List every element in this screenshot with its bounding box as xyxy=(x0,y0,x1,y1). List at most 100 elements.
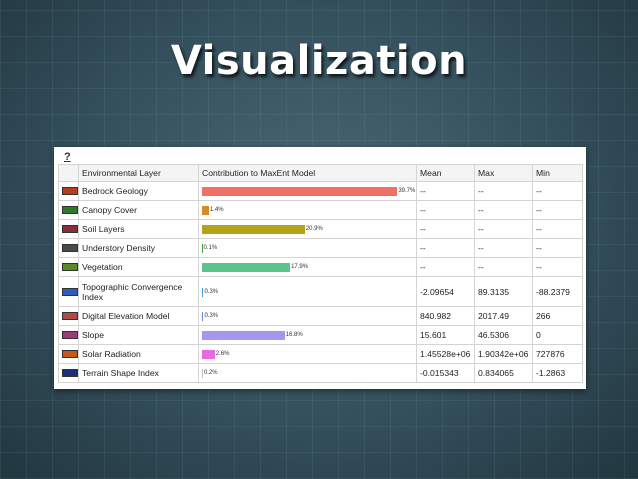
mean-value: -- xyxy=(416,200,475,220)
layer-name: Bedrock Geology xyxy=(78,181,199,201)
layer-swatch-icon xyxy=(62,263,78,271)
table-row[interactable]: Digital Elevation Model 0.3% 840.982 2017.4… xyxy=(58,306,583,326)
contribution-cell: 16.8% xyxy=(198,325,417,345)
table-row[interactable]: Canopy Cover 1.4% -- -- -- xyxy=(58,200,583,220)
contribution-label: 2.6% xyxy=(215,351,230,357)
max-value: 2017.49 xyxy=(474,306,533,326)
layer-swatch-icon xyxy=(62,369,78,377)
contribution-label: 0.1% xyxy=(203,245,218,251)
contribution-label: 0.2% xyxy=(203,370,218,376)
min-column-header[interactable]: Min xyxy=(532,164,583,182)
contribution-label: 20.9% xyxy=(305,226,323,232)
contribution-cell: 20.9% xyxy=(198,219,417,239)
max-value: 46.5306 xyxy=(474,325,533,345)
max-value: -- xyxy=(474,238,533,258)
contribution-cell: 0.3% xyxy=(198,276,417,307)
contribution-bar xyxy=(202,263,291,272)
layer-name: Digital Elevation Model xyxy=(78,306,199,326)
max-value: -- xyxy=(474,200,533,220)
layer-swatch-icon xyxy=(62,244,78,252)
layer-table: Environmental Layer Contribution to MaxE… xyxy=(58,164,583,383)
contribution-cell: 17.9% xyxy=(198,257,417,277)
contribution-label: 17.9% xyxy=(291,264,309,270)
contribution-label: 0.3% xyxy=(204,313,219,319)
mean-value: -- xyxy=(416,219,475,239)
max-value: -- xyxy=(474,257,533,277)
max-value: 0.834065 xyxy=(474,363,533,383)
table-row[interactable]: Terrain Shape Index 0.2% -0.015343 0.834065… xyxy=(58,363,583,383)
table-header-row: Environmental Layer Contribution to MaxE… xyxy=(58,164,583,182)
swatch-cell xyxy=(58,325,79,345)
min-value: -- xyxy=(532,219,583,239)
contribution-cell: 2.6% xyxy=(198,344,417,364)
contribution-cell: 1.4% xyxy=(198,200,417,220)
contribution-bar xyxy=(202,206,209,215)
mean-value: -- xyxy=(416,238,475,258)
layer-name: Slope xyxy=(78,325,199,345)
min-value: -- xyxy=(532,257,583,277)
contribution-bar xyxy=(202,350,215,359)
mean-column-header[interactable]: Mean xyxy=(416,164,475,182)
table-row[interactable]: Slope 16.8% 15.601 46.5306 0 xyxy=(58,325,583,345)
mean-value: -- xyxy=(416,181,475,201)
table-row[interactable]: Solar Radiation 2.6% 1.45528e+06 1.90342e+0… xyxy=(58,344,583,364)
contribution-cell: 39.7% xyxy=(198,181,417,201)
contribution-label: 16.8% xyxy=(285,332,303,338)
swatch-cell xyxy=(58,363,79,383)
contribution-bar xyxy=(202,287,204,297)
contribution-label: 1.4% xyxy=(209,207,224,213)
swatch-cell xyxy=(58,238,79,258)
max-value: -- xyxy=(474,181,533,201)
min-value: -1.2863 xyxy=(532,363,583,383)
contribution-label: 39.7% xyxy=(398,188,416,194)
swatch-cell xyxy=(58,200,79,220)
layer-name: Terrain Shape Index xyxy=(78,363,199,383)
slide-title: Visualization xyxy=(170,38,468,84)
layer-swatch-icon xyxy=(62,331,78,339)
swatch-cell xyxy=(58,181,79,201)
mean-value: 15.601 xyxy=(416,325,475,345)
layer-name: Soil Layers xyxy=(78,219,199,239)
layer-swatch-icon xyxy=(62,206,78,214)
mean-value: 1.45528e+06 xyxy=(416,344,475,364)
contribution-cell: 0.2% xyxy=(198,363,417,383)
layer-column-header[interactable]: Environmental Layer xyxy=(78,164,199,182)
contribution-bar xyxy=(202,187,398,196)
swatch-cell xyxy=(58,257,79,277)
max-value: 89.3135 xyxy=(474,276,533,307)
mean-value: -- xyxy=(416,257,475,277)
contribution-cell: 0.1% xyxy=(198,238,417,258)
layer-table-panel: ? Environmental Layer Contribution to Ma… xyxy=(54,147,586,389)
layer-name: Solar Radiation xyxy=(78,344,199,364)
layer-swatch-icon xyxy=(62,225,78,233)
max-column-header[interactable]: Max xyxy=(474,164,533,182)
min-value: -88.2379 xyxy=(532,276,583,307)
swatch-cell xyxy=(58,276,79,307)
mean-value: -2.09654 xyxy=(416,276,475,307)
min-value: 727876 xyxy=(532,344,583,364)
layer-name: Canopy Cover xyxy=(78,200,199,220)
swatch-cell xyxy=(58,219,79,239)
help-icon[interactable]: ? xyxy=(64,151,74,163)
table-row[interactable]: Topographic Convergence Index 0.3% -2.0965… xyxy=(58,276,583,307)
contribution-cell: 0.3% xyxy=(198,306,417,326)
min-value: 266 xyxy=(532,306,583,326)
contribution-column-header[interactable]: Contribution to MaxEnt Model xyxy=(198,164,417,182)
min-value: -- xyxy=(532,200,583,220)
swatch-cell xyxy=(58,306,79,326)
table-row[interactable]: Bedrock Geology 39.7% -- -- -- xyxy=(58,181,583,201)
min-value: 0 xyxy=(532,325,583,345)
table-row[interactable]: Understory Density 0.1% -- -- -- xyxy=(58,238,583,258)
layer-swatch-icon xyxy=(62,187,78,195)
layer-name: Understory Density xyxy=(78,238,199,258)
max-value: 1.90342e+06 xyxy=(474,344,533,364)
max-value: -- xyxy=(474,219,533,239)
layer-name: Vegetation xyxy=(78,257,199,277)
table-row[interactable]: Soil Layers 20.9% -- -- -- xyxy=(58,219,583,239)
swatch-column-header xyxy=(58,164,79,182)
swatch-cell xyxy=(58,344,79,364)
mean-value: 840.982 xyxy=(416,306,475,326)
layer-swatch-icon xyxy=(62,350,78,358)
table-row[interactable]: Vegetation 17.9% -- -- -- xyxy=(58,257,583,277)
mean-value: -0.015343 xyxy=(416,363,475,383)
